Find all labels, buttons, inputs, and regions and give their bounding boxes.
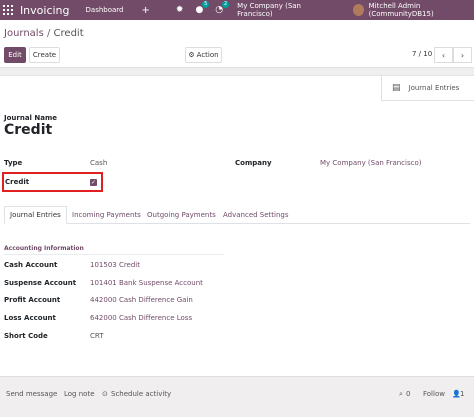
- credit-checkbox[interactable]: ✓: [90, 179, 97, 186]
- paperclip-icon[interactable]: ⌕: [399, 390, 403, 399]
- app-name[interactable]: Invoicing: [20, 4, 70, 17]
- suspense-account-label: Suspense Account: [4, 279, 77, 287]
- pager-previous-button[interactable]: ‹: [434, 47, 453, 63]
- follow-button[interactable]: Follow: [423, 390, 445, 398]
- type-label: Type: [4, 159, 23, 167]
- menu-dashboard[interactable]: Dashboard: [86, 6, 124, 14]
- breadcrumb-journals[interactable]: Journals: [4, 28, 44, 39]
- company-label: Company: [235, 159, 272, 167]
- gear-icon: ⚙: [188, 51, 195, 59]
- top-navbar: Invoicing Dashboard + ✹ ● 5 ◔ 2 My Company…: [0, 0, 474, 20]
- apps-menu-icon[interactable]: [0, 5, 16, 15]
- credit-label: Credit: [5, 178, 30, 186]
- form-sheet: ▤ Journal Entries Journal Name Credit Ty…: [0, 75, 474, 377]
- log-note-button[interactable]: Log note: [64, 390, 95, 398]
- type-value[interactable]: Cash: [90, 159, 107, 167]
- followers-count: 1: [460, 390, 465, 398]
- tab-outgoing-payments[interactable]: Outgoing Payments: [147, 206, 216, 224]
- attachment-count: 0: [406, 390, 411, 398]
- loss-account-label: Loss Account: [4, 314, 56, 322]
- tab-incoming-payments[interactable]: Incoming Payments: [72, 206, 141, 224]
- profit-account-value[interactable]: 442000 Cash Difference Gain: [90, 296, 193, 304]
- send-message-button[interactable]: Send message: [6, 390, 57, 398]
- company-value[interactable]: My Company (San Francisco): [320, 159, 421, 167]
- action-button[interactable]: ⚙ Action: [185, 47, 222, 63]
- action-label: Action: [196, 51, 219, 59]
- user-menu[interactable]: Mitchell Admin (CommunityDB15): [369, 2, 474, 18]
- journal-name-label: Journal Name: [4, 114, 58, 122]
- journal-name-value[interactable]: Credit: [4, 122, 52, 138]
- tab-journal-entries[interactable]: Journal Entries: [4, 206, 67, 224]
- tab-advanced-settings[interactable]: Advanced Settings: [223, 206, 289, 224]
- profit-account-label: Profit Account: [4, 296, 61, 304]
- book-icon: ▤: [392, 83, 401, 93]
- activity-badge: 2: [221, 1, 230, 8]
- edit-button[interactable]: Edit: [4, 47, 26, 63]
- journal-entries-smart-button[interactable]: ▤ Journal Entries: [381, 76, 474, 101]
- quick-create-button[interactable]: +: [142, 5, 150, 16]
- short-code-label: Short Code: [4, 332, 48, 340]
- cash-account-label: Cash Account: [4, 261, 58, 269]
- suspense-account-value[interactable]: 101401 Bank Suspense Account: [90, 279, 203, 287]
- cash-account-value[interactable]: 101503 Credit: [90, 261, 140, 269]
- chat-badge: 5: [202, 1, 210, 8]
- schedule-activity-button[interactable]: Schedule activity: [111, 390, 171, 398]
- company-switcher[interactable]: My Company (San Francisco): [237, 2, 327, 18]
- pager-next-button[interactable]: ›: [453, 47, 472, 63]
- create-button[interactable]: Create: [29, 47, 60, 63]
- chat-icon[interactable]: ● 5: [195, 1, 210, 15]
- breadcrumb-current: Credit: [53, 28, 84, 39]
- accounting-section-title: Accounting Information: [4, 245, 224, 255]
- notebook-tabs: Journal Entries Incoming Payments Outgoi…: [4, 206, 470, 224]
- activity-icon[interactable]: ◔ 2: [215, 1, 230, 15]
- pager-value[interactable]: 7 / 10: [412, 50, 432, 58]
- loss-account-value[interactable]: 642000 Cash Difference Loss: [90, 314, 192, 322]
- smart-button-label: Journal Entries: [408, 84, 460, 92]
- breadcrumb: Journals / Credit: [4, 28, 84, 39]
- control-panel: Journals / Credit Edit Create ⚙ Action 7…: [0, 20, 474, 68]
- avatar[interactable]: [353, 4, 364, 16]
- clock-icon: ⊙: [102, 390, 108, 398]
- short-code-value[interactable]: CRT: [90, 332, 104, 340]
- bug-icon[interactable]: ✹: [176, 5, 184, 15]
- breadcrumb-separator: /: [46, 28, 51, 39]
